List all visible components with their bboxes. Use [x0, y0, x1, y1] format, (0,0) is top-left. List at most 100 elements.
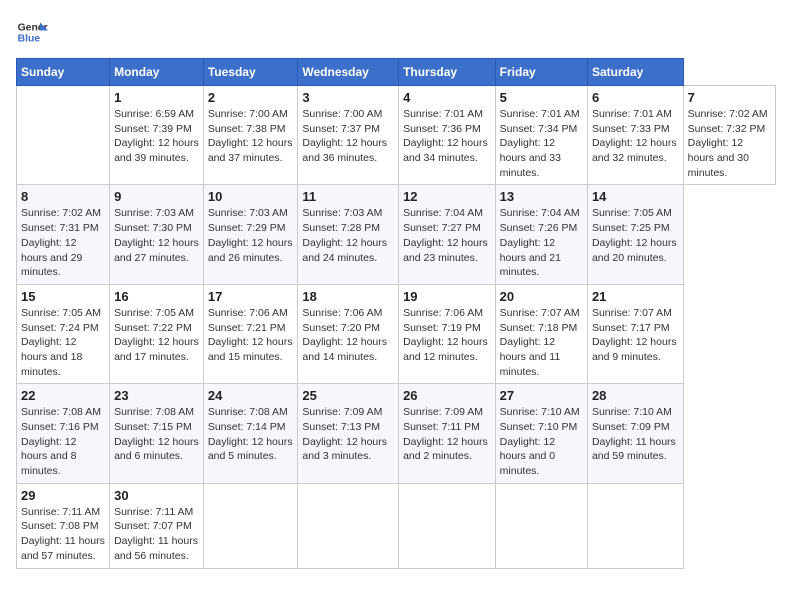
day-cell: 20 Sunrise: 7:07 AM Sunset: 7:18 PM Dayl… [495, 284, 587, 383]
daylight: Daylight: 12 hours and 18 minutes. [21, 336, 82, 377]
day-cell: 8 Sunrise: 7:02 AM Sunset: 7:31 PM Dayli… [17, 185, 110, 284]
day-cell: 21 Sunrise: 7:07 AM Sunset: 7:17 PM Dayl… [587, 284, 683, 383]
daylight: Daylight: 12 hours and 2 minutes. [403, 436, 488, 463]
sunset: Sunset: 7:19 PM [403, 322, 481, 334]
daylight: Daylight: 12 hours and 5 minutes. [208, 436, 293, 463]
sunrise: Sunrise: 7:08 AM [114, 406, 194, 418]
daylight: Daylight: 12 hours and 17 minutes. [114, 336, 199, 363]
week-row-2: 8 Sunrise: 7:02 AM Sunset: 7:31 PM Dayli… [17, 185, 776, 284]
day-info: Sunrise: 7:00 AM Sunset: 7:38 PM Dayligh… [208, 107, 294, 166]
daylight: Daylight: 12 hours and 0 minutes. [500, 436, 555, 477]
day-cell [298, 483, 399, 568]
daylight: Daylight: 12 hours and 36 minutes. [302, 137, 387, 164]
sunset: Sunset: 7:18 PM [500, 322, 578, 334]
sunset: Sunset: 7:34 PM [500, 123, 578, 135]
day-number: 28 [592, 388, 679, 403]
sunrise: Sunrise: 7:09 AM [403, 406, 483, 418]
day-cell: 28 Sunrise: 7:10 AM Sunset: 7:09 PM Dayl… [587, 384, 683, 483]
day-cell [17, 86, 110, 185]
daylight: Daylight: 12 hours and 9 minutes. [592, 336, 677, 363]
day-number: 26 [403, 388, 491, 403]
day-cell: 3 Sunrise: 7:00 AM Sunset: 7:37 PM Dayli… [298, 86, 399, 185]
day-info: Sunrise: 7:06 AM Sunset: 7:19 PM Dayligh… [403, 306, 491, 365]
sunset: Sunset: 7:08 PM [21, 520, 99, 532]
daylight: Daylight: 12 hours and 20 minutes. [592, 237, 677, 264]
day-cell: 15 Sunrise: 7:05 AM Sunset: 7:24 PM Dayl… [17, 284, 110, 383]
svg-text:Blue: Blue [18, 34, 41, 45]
sunset: Sunset: 7:09 PM [592, 421, 670, 433]
daylight: Daylight: 12 hours and 32 minutes. [592, 137, 677, 164]
day-info: Sunrise: 7:03 AM Sunset: 7:28 PM Dayligh… [302, 206, 394, 265]
day-number: 7 [688, 90, 771, 105]
daylight: Daylight: 12 hours and 15 minutes. [208, 336, 293, 363]
sunrise: Sunrise: 7:08 AM [21, 406, 101, 418]
sunset: Sunset: 7:31 PM [21, 222, 99, 234]
day-info: Sunrise: 7:07 AM Sunset: 7:18 PM Dayligh… [500, 306, 583, 379]
weekday-header-row: SundayMondayTuesdayWednesdayThursdayFrid… [17, 59, 776, 86]
day-cell: 18 Sunrise: 7:06 AM Sunset: 7:20 PM Dayl… [298, 284, 399, 383]
day-number: 6 [592, 90, 679, 105]
daylight: Daylight: 12 hours and 30 minutes. [688, 137, 749, 178]
sunset: Sunset: 7:14 PM [208, 421, 286, 433]
sunset: Sunset: 7:37 PM [302, 123, 380, 135]
sunrise: Sunrise: 7:10 AM [592, 406, 672, 418]
daylight: Daylight: 12 hours and 12 minutes. [403, 336, 488, 363]
sunset: Sunset: 7:24 PM [21, 322, 99, 334]
weekday-header-sunday: Sunday [17, 59, 110, 86]
sunset: Sunset: 7:11 PM [403, 421, 480, 433]
sunrise: Sunrise: 7:09 AM [302, 406, 382, 418]
sunset: Sunset: 7:13 PM [302, 421, 380, 433]
day-cell: 26 Sunrise: 7:09 AM Sunset: 7:11 PM Dayl… [399, 384, 496, 483]
day-number: 10 [208, 189, 294, 204]
sunrise: Sunrise: 7:00 AM [302, 108, 382, 120]
sunset: Sunset: 7:17 PM [592, 322, 670, 334]
day-info: Sunrise: 7:02 AM Sunset: 7:31 PM Dayligh… [21, 206, 105, 279]
day-info: Sunrise: 7:08 AM Sunset: 7:14 PM Dayligh… [208, 405, 294, 464]
day-info: Sunrise: 7:10 AM Sunset: 7:09 PM Dayligh… [592, 405, 679, 464]
daylight: Daylight: 11 hours and 59 minutes. [592, 436, 676, 463]
day-cell: 27 Sunrise: 7:10 AM Sunset: 7:10 PM Dayl… [495, 384, 587, 483]
sunset: Sunset: 7:33 PM [592, 123, 670, 135]
sunrise: Sunrise: 7:08 AM [208, 406, 288, 418]
day-info: Sunrise: 7:03 AM Sunset: 7:29 PM Dayligh… [208, 206, 294, 265]
day-number: 3 [302, 90, 394, 105]
sunset: Sunset: 7:36 PM [403, 123, 481, 135]
sunset: Sunset: 7:27 PM [403, 222, 481, 234]
day-info: Sunrise: 7:00 AM Sunset: 7:37 PM Dayligh… [302, 107, 394, 166]
day-cell: 4 Sunrise: 7:01 AM Sunset: 7:36 PM Dayli… [399, 86, 496, 185]
sunrise: Sunrise: 7:06 AM [208, 307, 288, 319]
daylight: Daylight: 12 hours and 3 minutes. [302, 436, 387, 463]
day-info: Sunrise: 7:11 AM Sunset: 7:08 PM Dayligh… [21, 505, 105, 564]
day-info: Sunrise: 7:04 AM Sunset: 7:26 PM Dayligh… [500, 206, 583, 279]
day-number: 1 [114, 90, 199, 105]
day-cell: 29 Sunrise: 7:11 AM Sunset: 7:08 PM Dayl… [17, 483, 110, 568]
day-info: Sunrise: 7:02 AM Sunset: 7:32 PM Dayligh… [688, 107, 771, 180]
day-number: 21 [592, 289, 679, 304]
day-number: 23 [114, 388, 199, 403]
day-number: 15 [21, 289, 105, 304]
day-number: 13 [500, 189, 583, 204]
week-row-4: 22 Sunrise: 7:08 AM Sunset: 7:16 PM Dayl… [17, 384, 776, 483]
daylight: Daylight: 12 hours and 24 minutes. [302, 237, 387, 264]
sunrise: Sunrise: 7:05 AM [592, 207, 672, 219]
day-number: 19 [403, 289, 491, 304]
sunrise: Sunrise: 7:01 AM [500, 108, 580, 120]
day-cell [495, 483, 587, 568]
day-number: 20 [500, 289, 583, 304]
day-number: 5 [500, 90, 583, 105]
day-info: Sunrise: 7:10 AM Sunset: 7:10 PM Dayligh… [500, 405, 583, 478]
sunrise: Sunrise: 7:03 AM [302, 207, 382, 219]
day-number: 29 [21, 488, 105, 503]
daylight: Daylight: 12 hours and 26 minutes. [208, 237, 293, 264]
daylight: Daylight: 12 hours and 11 minutes. [500, 336, 561, 377]
sunset: Sunset: 7:28 PM [302, 222, 380, 234]
sunrise: Sunrise: 7:04 AM [403, 207, 483, 219]
day-info: Sunrise: 7:09 AM Sunset: 7:11 PM Dayligh… [403, 405, 491, 464]
day-info: Sunrise: 7:01 AM Sunset: 7:36 PM Dayligh… [403, 107, 491, 166]
weekday-header-friday: Friday [495, 59, 587, 86]
sunrise: Sunrise: 7:03 AM [114, 207, 194, 219]
day-cell: 9 Sunrise: 7:03 AM Sunset: 7:30 PM Dayli… [110, 185, 204, 284]
sunrise: Sunrise: 7:02 AM [21, 207, 101, 219]
day-info: Sunrise: 7:06 AM Sunset: 7:21 PM Dayligh… [208, 306, 294, 365]
daylight: Daylight: 12 hours and 6 minutes. [114, 436, 199, 463]
